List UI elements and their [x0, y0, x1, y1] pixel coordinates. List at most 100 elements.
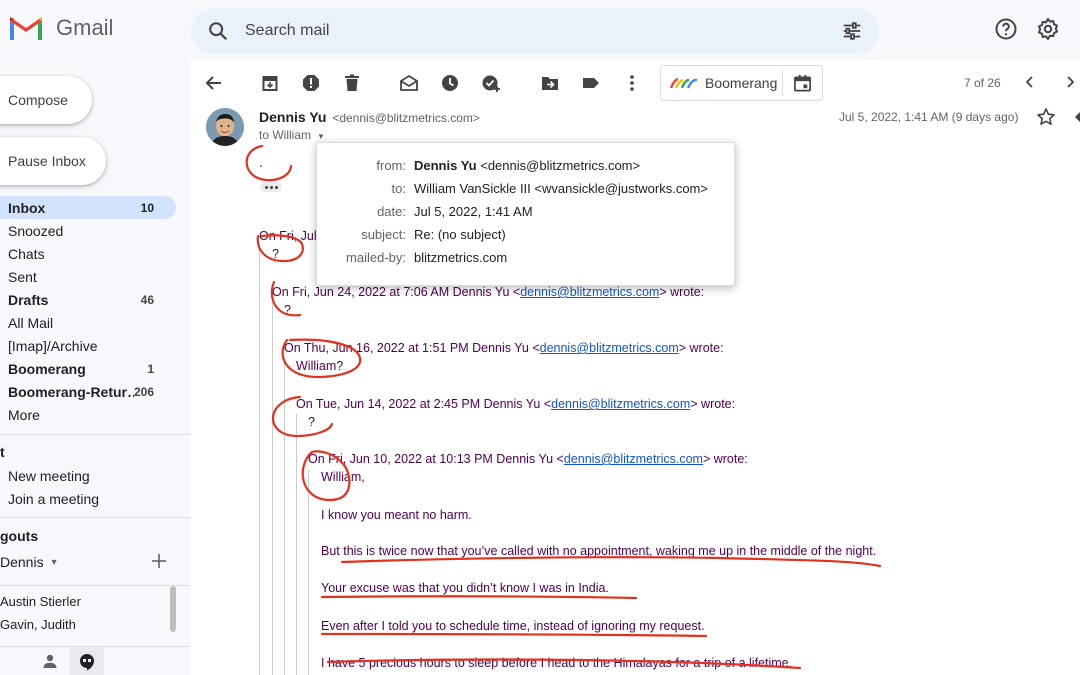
quote-header-text: On Thu, Jun 16, 2022 at 1:51 PM Dennis Y… [284, 341, 540, 355]
sidebar-item-label: Drafts [8, 291, 49, 308]
details-row: date: Jul 5, 2022, 1:41 AM [317, 204, 736, 224]
quote-border [308, 470, 309, 675]
details-value-bold: Dennis Yu [414, 158, 477, 173]
details-value: Dennis Yu <dennis@blitzmetrics.com> [414, 158, 640, 173]
report-spam-icon[interactable] [301, 73, 321, 93]
sidebar-item-label: All Mail [8, 314, 54, 331]
details-row: subject: Re: (no subject) [317, 227, 736, 247]
label-icon[interactable] [581, 73, 601, 93]
sidebar-item-all-mail[interactable]: All Mail [0, 311, 176, 334]
details-key: date: [377, 204, 406, 219]
sidebar-scrollbar[interactable] [170, 586, 176, 632]
quote-body-line: Your excuse was that you didn’t know I w… [321, 581, 609, 595]
details-key: from: [376, 158, 406, 173]
boomerang-extension[interactable]: Boomerang [660, 65, 823, 101]
sidebar-item-imap-archive[interactable]: [Imap]/Archive [0, 334, 176, 357]
join-meeting-link[interactable]: Join a meeting [8, 491, 99, 507]
quote-header-text: > wrote: [678, 341, 724, 355]
hangouts-user-name: Dennis [0, 554, 44, 570]
hangouts-header: gouts [0, 528, 39, 544]
mark-unread-icon[interactable] [399, 73, 419, 93]
details-key: mailed-by: [346, 250, 406, 265]
sidebar-item-boomerang-retur[interactable]: Boomerang-Retur… 206 [0, 380, 176, 403]
sidebar-bottom-bar [0, 646, 190, 675]
top-bar: Gmail [0, 0, 1080, 60]
divider [0, 517, 190, 518]
details-key: to: [391, 181, 406, 196]
email-link[interactable]: dennis@blitzmetrics.com [564, 452, 703, 466]
sidebar-item-drafts[interactable]: Drafts 46 [0, 288, 176, 311]
avatar[interactable] [206, 108, 244, 146]
sidebar-item-inbox[interactable]: Inbox 10 [0, 196, 176, 219]
gmail-logo[interactable]: Gmail [8, 14, 113, 42]
sidebar-item-chats[interactable]: Chats [0, 242, 176, 265]
meet-header: t [0, 444, 5, 460]
details-value-text: <dennis@blitzmetrics.com> [476, 158, 641, 173]
search-bar[interactable] [191, 8, 879, 54]
search-options-icon[interactable] [841, 20, 863, 42]
sidebar-item-label: More [8, 406, 40, 423]
quote-header: On Thu, Jun 16, 2022 at 1:51 PM Dennis Y… [284, 341, 724, 355]
move-to-icon[interactable] [540, 73, 560, 93]
person-icon[interactable] [42, 653, 58, 669]
sidebar-item-label: Sent [8, 268, 37, 285]
gear-icon[interactable] [1036, 17, 1060, 41]
unread-count: 1 [147, 361, 154, 376]
hangouts-user[interactable]: Dennis ▼ [0, 554, 59, 570]
help-icon[interactable] [994, 17, 1018, 41]
unread-count: 46 [140, 292, 154, 307]
quote-header-text: On Tue, Jun 14, 2022 at 2:45 PM Dennis Y… [296, 397, 552, 411]
email-link[interactable]: dennis@blitzmetrics.com [551, 397, 690, 411]
sidebar-item-label: Inbox [8, 199, 46, 216]
contact-item[interactable]: Gavin, Judith [0, 617, 76, 632]
contact-item[interactable]: Austin Stierler [0, 594, 81, 609]
caret-down-icon[interactable]: ▼ [317, 132, 325, 141]
quote-header-text: On Fri, Jun 24, 2022 at 7:06 AM Dennis Y… [272, 285, 521, 299]
snooze-clock-icon[interactable] [440, 73, 460, 93]
quote-body: ? [284, 303, 291, 317]
details-value-text: Jul 5, 2022, 1:41 AM [414, 204, 533, 219]
recipient-text: to William [259, 128, 312, 142]
sidebar-item-snoozed[interactable]: Snoozed [0, 219, 176, 242]
back-arrow-icon[interactable] [204, 73, 224, 93]
quote-header: On Fri, Jun 24, 2022 at 7:06 AM Dennis Y… [272, 285, 704, 299]
show-trimmed-content-button[interactable] [260, 182, 282, 192]
recipient-line[interactable]: to William ▼ [259, 128, 325, 142]
details-value-text: blitzmetrics.com [414, 250, 508, 265]
email-link[interactable]: dennis@blitzmetrics.com [540, 341, 679, 355]
details-value: Re: (no subject) [414, 227, 506, 242]
quote-header: On Fri, Jul [259, 229, 317, 243]
chevron-left-icon[interactable] [1022, 74, 1038, 90]
details-value: William VanSickle III <wvansickle@justwo… [414, 181, 708, 196]
plus-icon[interactable] [150, 552, 168, 570]
quote-header: On Tue, Jun 14, 2022 at 2:45 PM Dennis Y… [296, 397, 735, 411]
caret-down-icon: ▼ [49, 557, 59, 567]
search-input[interactable] [245, 18, 805, 44]
reply-icon[interactable] [1074, 109, 1080, 125]
chevron-right-icon[interactable] [1062, 74, 1078, 90]
quote-body: ? [308, 415, 315, 429]
sidebar-item-sent[interactable]: Sent [0, 265, 176, 288]
hangouts-tab[interactable] [70, 647, 104, 675]
archive-icon[interactable] [260, 73, 280, 93]
calendar-icon[interactable] [793, 74, 812, 93]
star-icon[interactable] [1036, 107, 1056, 127]
compose-button[interactable]: Compose [0, 76, 92, 124]
unread-count: 206 [133, 384, 154, 399]
delete-icon[interactable] [342, 73, 362, 93]
unread-count: 10 [140, 200, 154, 215]
sidebar-item-boomerang[interactable]: Boomerang 1 [0, 357, 176, 380]
sidebar-nav: Inbox 10 Snoozed Chats Sent Drafts 46 All Mail [… [0, 196, 190, 426]
gmail-m-icon [10, 17, 42, 40]
search-icon[interactable] [207, 20, 229, 42]
boomerang-label: Boomerang [705, 75, 778, 91]
more-vertical-icon[interactable] [622, 73, 642, 93]
message-details-popup: from: Dennis Yu <dennis@blitzmetrics.com>… [316, 142, 735, 286]
sidebar-item-more[interactable]: More [0, 403, 176, 426]
new-meeting-link[interactable]: New meeting [8, 468, 90, 484]
pause-inbox-button[interactable]: Pause Inbox [0, 137, 106, 185]
email-link[interactable]: dennis@blitzmetrics.com [520, 285, 659, 299]
sender-name[interactable]: Dennis Yu [259, 109, 326, 125]
add-task-icon[interactable] [481, 73, 501, 93]
app-name: Gmail [56, 15, 114, 40]
